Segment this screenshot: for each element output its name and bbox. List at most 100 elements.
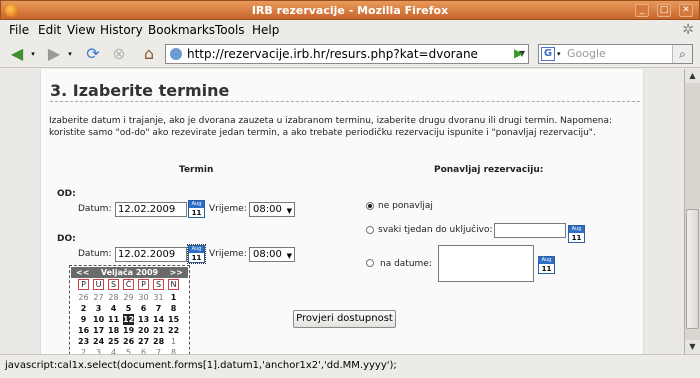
- radio-svaki-tjedan[interactable]: [366, 226, 374, 234]
- page-title: 3. Izaberite termine: [50, 81, 230, 100]
- calendar-day[interactable]: 24: [93, 336, 104, 347]
- calendar-weekday: Č: [123, 279, 134, 290]
- calendar-day[interactable]: 5: [123, 303, 134, 314]
- chevron-down-icon: ▼: [286, 252, 292, 260]
- do-time-select[interactable]: 08:00 ▼: [249, 247, 295, 262]
- calendar-day[interactable]: 7: [153, 303, 164, 314]
- heading-divider: [50, 101, 640, 102]
- calendar-day[interactable]: 2: [78, 303, 89, 314]
- radio-na-datume[interactable]: [366, 259, 374, 267]
- calendar-day[interactable]: 1: [168, 292, 179, 303]
- calendar-weekday: P: [138, 279, 149, 290]
- back-button[interactable]: ◀: [6, 43, 28, 65]
- calendar-day[interactable]: 29: [123, 292, 134, 303]
- calendar-day[interactable]: 7: [153, 347, 164, 354]
- vertical-scrollbar[interactable]: ▲ ▼: [684, 69, 700, 354]
- calendar-day[interactable]: 8: [168, 303, 179, 314]
- menu-edit[interactable]: Edit: [38, 23, 61, 37]
- forward-history-dropdown[interactable]: ▾: [66, 43, 74, 65]
- calendar-day[interactable]: 19: [123, 325, 134, 336]
- calendar-weekday: U: [93, 279, 104, 290]
- back-history-dropdown[interactable]: ▾: [29, 43, 37, 65]
- calendar-weekday: S: [108, 279, 119, 290]
- calendar-day[interactable]: 21: [153, 325, 164, 336]
- calendar-day[interactable]: 6: [138, 347, 149, 354]
- calendar-day[interactable]: 12: [123, 314, 134, 325]
- stop-icon[interactable]: ⊗: [108, 43, 130, 65]
- calendar-day[interactable]: 18: [108, 325, 119, 336]
- calendar-day[interactable]: 15: [168, 314, 179, 325]
- scroll-thumb[interactable]: [686, 209, 699, 329]
- calendar-day[interactable]: 2: [78, 347, 89, 354]
- forward-button[interactable]: ▶: [43, 43, 65, 65]
- calendar-day[interactable]: 30: [138, 292, 149, 303]
- close-button[interactable]: ✕: [679, 4, 693, 17]
- search-icon[interactable]: ⌕: [672, 45, 692, 63]
- calendar-day[interactable]: 16: [78, 325, 89, 336]
- calendar-day[interactable]: 23: [78, 336, 89, 347]
- calendar-day[interactable]: 27: [138, 336, 149, 347]
- menu-view[interactable]: View: [67, 23, 95, 37]
- svaki-calendar-icon[interactable]: Aug 11: [568, 225, 585, 243]
- od-calendar-icon[interactable]: Aug 11: [188, 200, 205, 218]
- calendar-day[interactable]: 9: [78, 314, 89, 325]
- calendar-day[interactable]: 25: [108, 336, 119, 347]
- scroll-down-icon[interactable]: ▼: [685, 340, 700, 354]
- home-icon[interactable]: ⌂: [138, 43, 160, 65]
- calendar-day[interactable]: 28: [153, 336, 164, 347]
- od-time-select[interactable]: 08:00 ▼: [249, 202, 295, 217]
- calendar-day[interactable]: 14: [153, 314, 164, 325]
- radio-ne-ponavljaj[interactable]: [366, 202, 374, 210]
- calendar-day[interactable]: 17: [93, 325, 104, 336]
- intro-text: Izaberite datum i trajanje, ako je dvora…: [49, 116, 613, 138]
- calendar-day[interactable]: 10: [93, 314, 104, 325]
- calendar-day[interactable]: 8: [168, 347, 179, 354]
- menu-file[interactable]: File: [9, 23, 29, 37]
- calendar-day[interactable]: 13: [138, 314, 149, 325]
- calendar-day[interactable]: 3: [93, 347, 104, 354]
- na-datume-calendar-icon[interactable]: Aug 11: [538, 256, 555, 274]
- google-engine-icon[interactable]: G: [541, 47, 555, 61]
- menu-history[interactable]: History: [100, 23, 143, 37]
- reload-icon[interactable]: ⟳: [82, 43, 104, 65]
- calendar-day[interactable]: 27: [93, 292, 104, 303]
- menu-bar: File Edit View History Bookmarks Tools H…: [0, 20, 700, 40]
- status-bar: javascript:cal1x.select(document.forms[1…: [0, 354, 700, 378]
- calendar-next-button[interactable]: >>: [170, 267, 183, 278]
- do-calendar-icon[interactable]: Aug 11: [187, 244, 206, 264]
- calendar-day[interactable]: 5: [123, 347, 134, 354]
- termin-title: Termin: [179, 165, 214, 175]
- calendar-day[interactable]: 26: [123, 336, 134, 347]
- na-datume-textarea[interactable]: [438, 245, 534, 282]
- calendar-prev-button[interactable]: <<: [76, 267, 89, 278]
- calendar-day[interactable]: 4: [108, 347, 119, 354]
- calendar-header: << Veljača 2009 >>: [71, 267, 188, 278]
- engine-dropdown-icon[interactable]: ▾: [557, 50, 561, 58]
- maximize-button[interactable]: □: [657, 4, 671, 17]
- menu-bookmarks[interactable]: Bookmarks: [148, 23, 215, 37]
- od-vrijeme-label: Vrijeme:: [209, 204, 247, 214]
- calendar-day[interactable]: 6: [138, 303, 149, 314]
- calendar-day[interactable]: 22: [168, 325, 179, 336]
- minimize-button[interactable]: _: [635, 4, 649, 17]
- calendar-day[interactable]: 11: [108, 314, 119, 325]
- do-date-input[interactable]: 12.02.2009: [115, 247, 187, 262]
- menu-tools[interactable]: Tools: [215, 23, 245, 37]
- calendar-day[interactable]: 3: [93, 303, 104, 314]
- search-input[interactable]: Google: [567, 47, 606, 60]
- calendar-day[interactable]: 28: [108, 292, 119, 303]
- calendar-day[interactable]: 20: [138, 325, 149, 336]
- calendar-day[interactable]: 31: [153, 292, 164, 303]
- calendar-day[interactable]: 1: [168, 336, 179, 347]
- od-date-input[interactable]: 12.02.2009: [115, 202, 187, 217]
- calendar-day[interactable]: 4: [108, 303, 119, 314]
- scroll-up-icon[interactable]: ▲: [685, 69, 700, 83]
- search-bar[interactable]: G ▾ Google ⌕: [538, 44, 693, 64]
- radio-svaki-tjedan-label: svaki tjedan do uključivo:: [378, 225, 493, 235]
- menu-help[interactable]: Help: [252, 23, 279, 37]
- url-bar[interactable]: http://rezervacije.irb.hr/resurs.php?kat…: [165, 44, 529, 64]
- svaki-tjedan-date-input[interactable]: [494, 223, 566, 238]
- calendar-day[interactable]: 26: [78, 292, 89, 303]
- go-button[interactable]: ▶: [514, 46, 523, 60]
- check-availability-button[interactable]: Provjeri dostupnost: [293, 310, 396, 328]
